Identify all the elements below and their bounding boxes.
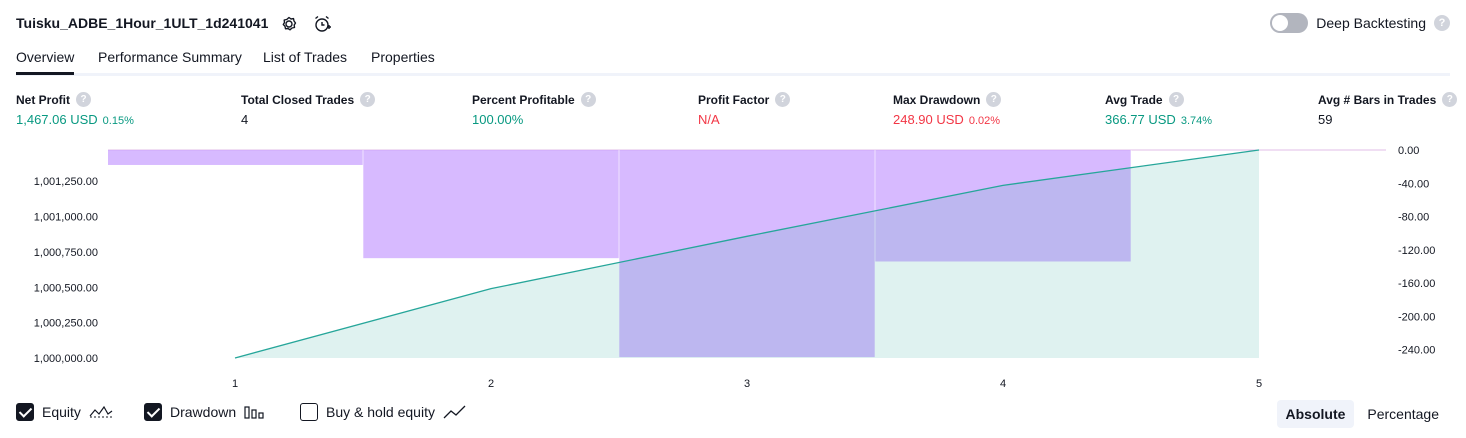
metric-label: Max Drawdown [893, 92, 981, 107]
metric-value: 100.00% [472, 112, 524, 127]
legend-buy-hold-equity[interactable]: Buy & hold equity [300, 403, 467, 421]
metric-percent: 0.02% [968, 115, 1001, 127]
legend-equity[interactable]: Equity [16, 403, 113, 421]
metric-percent-profitable: Percent Profitable? 100.00% [472, 92, 596, 127]
metric-max-drawdown: Max Drawdown? 248.90 USD 0.02% [893, 92, 1002, 127]
tab-properties[interactable]: Properties [371, 49, 435, 75]
x-axis-label: 5 [1256, 378, 1262, 390]
drawdown-bar [108, 150, 363, 165]
help-icon[interactable]: ? [580, 92, 596, 107]
left-axis-label: 1,000,250.00 [34, 318, 98, 330]
deep-backtesting-toggle[interactable] [1270, 13, 1309, 33]
legend-drawdown[interactable]: Drawdown [144, 403, 266, 421]
mode-percentage-button[interactable]: Percentage [1358, 400, 1448, 428]
metric-total-closed-trades: Total Closed Trades? 4 [241, 92, 376, 127]
metric-percent: 3.74% [1180, 115, 1213, 127]
metric-label: Profit Factor [698, 92, 770, 107]
tab-list-of-trades[interactable]: List of Trades [263, 49, 347, 75]
drawdown-bars-icon [244, 406, 264, 419]
left-axis-label: 1,001,250.00 [34, 176, 98, 188]
drawdown-checkbox[interactable] [144, 403, 162, 421]
metric-profit-factor: Profit Factor? N/A [698, 92, 791, 127]
metric-value: 59 [1318, 112, 1333, 127]
report-tabs: Overview Performance Summary List of Tra… [16, 48, 1450, 76]
right-axis-label: -240.00 [1398, 345, 1435, 357]
right-axis-label: -40.00 [1398, 178, 1429, 190]
right-axis-label: -120.00 [1398, 245, 1435, 257]
metric-value: 248.90 USD [893, 112, 964, 127]
tab-overview[interactable]: Overview [16, 49, 75, 75]
metric-value: 366.77 USD [1105, 112, 1176, 127]
deep-backtesting-label: Deep Backtesting [1316, 15, 1426, 31]
add-alert-icon[interactable] [312, 14, 332, 34]
metric-value: 1,467.06 USD [16, 112, 98, 127]
equity-line-icon [89, 405, 113, 418]
report-header: Tuisku_ADBE_1Hour_1ULT_1d241041 Deep Bac… [16, 10, 1450, 38]
left-axis-label: 1,001,000.00 [34, 212, 98, 224]
right-axis-label: 0.00 [1398, 145, 1419, 157]
left-axis-label: 1,000,500.00 [34, 282, 98, 294]
strategy-title: Tuisku_ADBE_1Hour_1ULT_1d241041 [16, 15, 269, 31]
left-axis-label: 1,000,750.00 [34, 247, 98, 259]
legend-label: Drawdown [170, 404, 237, 420]
metric-label: Percent Profitable [472, 92, 575, 107]
metric-avg-bars-in-trades: Avg # Bars in Trades? 59 [1318, 92, 1458, 127]
buy-hold-line-icon [443, 405, 466, 419]
help-icon[interactable]: ? [1442, 92, 1458, 107]
equity-drawdown-chart[interactable]: 1,000,000.00 1,000,250.00 1,000,500.00 1,00… [0, 140, 1466, 395]
help-icon[interactable]: ? [775, 92, 791, 107]
metrics-row: Net Profit? 1,467.06 USD 0.15% Total Clos… [16, 92, 1458, 132]
buy-hold-checkbox[interactable] [300, 403, 318, 421]
help-icon[interactable]: ? [76, 92, 91, 107]
help-icon[interactable]: ? [1434, 15, 1450, 31]
help-icon[interactable]: ? [360, 92, 376, 107]
x-axis-label: 3 [744, 378, 750, 390]
x-axis-label: 2 [488, 378, 494, 390]
left-axis-label: 1,000,000.00 [34, 353, 98, 365]
metric-avg-trade: Avg Trade? 366.77 USD 3.74% [1105, 92, 1212, 127]
drawdown-bar [363, 150, 619, 259]
right-axis-label: -160.00 [1398, 278, 1435, 290]
metric-label: Avg Trade [1105, 92, 1163, 107]
legend-label: Buy & hold equity [326, 404, 435, 420]
metric-value: 4 [241, 112, 249, 127]
metric-net-profit: Net Profit? 1,467.06 USD 0.15% [16, 92, 134, 127]
right-axis-label: -80.00 [1398, 212, 1429, 224]
mode-absolute-button[interactable]: Absolute [1276, 400, 1355, 428]
metric-percent: 0.15% [102, 115, 134, 127]
value-mode-switch: Absolute Percentage [1276, 400, 1449, 428]
x-axis-label: 4 [1000, 378, 1006, 390]
help-icon[interactable]: ? [1168, 92, 1184, 107]
tab-performance-summary[interactable]: Performance Summary [98, 49, 242, 75]
help-icon[interactable]: ? [986, 92, 1002, 107]
metric-label: Avg # Bars in Trades [1318, 92, 1437, 107]
equity-checkbox[interactable] [16, 403, 34, 421]
x-axis-label: 1 [232, 378, 238, 390]
right-axis-label: -200.00 [1398, 311, 1435, 323]
settings-icon[interactable] [279, 14, 299, 34]
metric-label: Total Closed Trades [241, 92, 355, 107]
legend-label: Equity [42, 404, 81, 420]
toggle-knob [1272, 15, 1289, 31]
metric-value: N/A [698, 112, 720, 127]
metric-label: Net Profit [16, 92, 70, 107]
deep-backtesting-control: Deep Backtesting ? [1270, 13, 1450, 33]
